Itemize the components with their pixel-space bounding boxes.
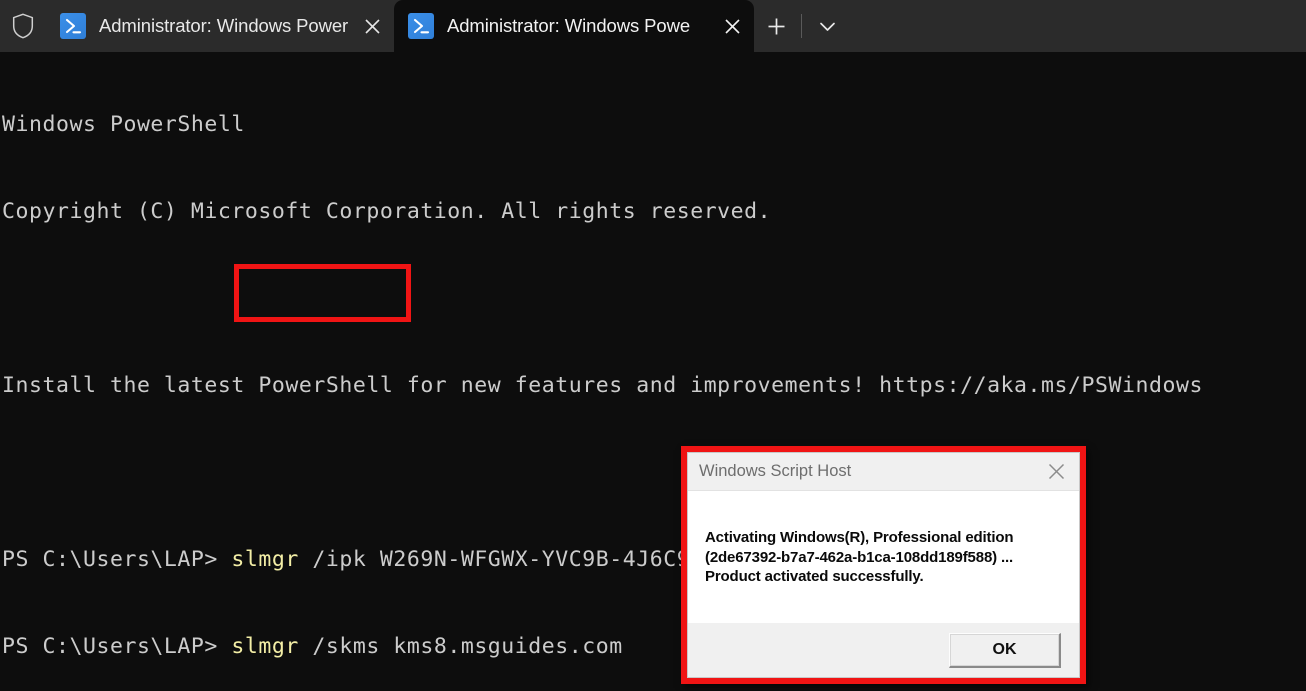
tab-administrator-windows-powershell-1[interactable]: Administrator: Windows Power <box>46 0 394 52</box>
terminal-line-text: Copyright (C) Microsoft Corporation. All… <box>2 199 772 224</box>
tab-close-icon[interactable] <box>710 0 754 52</box>
new-tab-button[interactable] <box>754 0 798 52</box>
terminal-prompt: PS C:\Users\LAP> <box>2 634 232 659</box>
dialog-footer: OK <box>688 623 1079 677</box>
powershell-icon <box>60 13 86 39</box>
tab-administrator-windows-powershell-2[interactable]: Administrator: Windows Powe <box>394 0 754 52</box>
tab-title: Administrator: Windows Powe <box>447 15 691 36</box>
terminal-prompt: PS C:\Users\LAP> <box>2 547 232 572</box>
terminal-line: Windows PowerShell <box>2 110 1203 139</box>
shield-icon <box>0 0 46 52</box>
ok-button[interactable]: OK <box>949 632 1061 668</box>
tab-title: Administrator: Windows Power <box>99 15 349 36</box>
dialog-title-bar: Windows Script Host <box>688 453 1079 491</box>
dialog-body: Activating Windows(R), Professional edit… <box>688 491 1079 623</box>
terminal-line-text: Install the latest PowerShell for new fe… <box>2 373 1203 398</box>
terminal-line: Install the latest PowerShell for new fe… <box>2 371 1203 400</box>
terminal-output-area[interactable]: Windows PowerShell Copyright (C) Microso… <box>0 52 1306 691</box>
dialog-message: Activating Windows(R), Professional edit… <box>705 529 1014 585</box>
terminal-line: Copyright (C) Microsoft Corporation. All… <box>2 197 1203 226</box>
terminal-command: slmgr <box>231 547 299 572</box>
chevron-down-icon[interactable] <box>805 0 849 52</box>
tab-close-icon[interactable] <box>350 0 394 52</box>
terminal-line-text: Windows PowerShell <box>2 112 245 137</box>
windows-script-host-dialog[interactable]: Windows Script Host Activating Windows(R… <box>687 452 1080 678</box>
tab-strip: Administrator: Windows Power Administrat… <box>0 0 1306 52</box>
powershell-icon <box>408 13 434 39</box>
dialog-title: Windows Script Host <box>699 462 852 480</box>
close-icon[interactable] <box>1033 454 1079 490</box>
terminal-command-args: /skms kms8.msguides.com <box>298 634 623 659</box>
tabstrip-divider <box>801 14 802 38</box>
terminal-command: slmgr <box>231 634 299 659</box>
windows-script-host-dialog-highlight: Windows Script Host Activating Windows(R… <box>681 446 1086 684</box>
